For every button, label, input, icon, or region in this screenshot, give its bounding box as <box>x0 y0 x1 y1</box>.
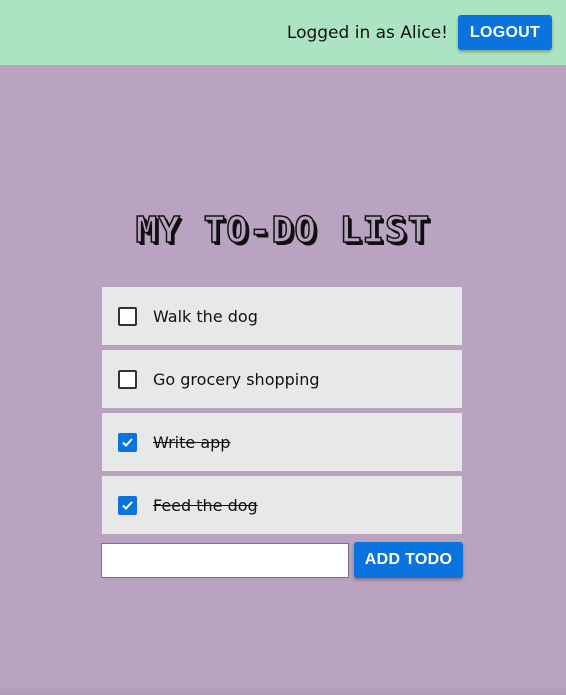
todo-checkbox[interactable] <box>118 495 137 515</box>
todo-checkbox[interactable] <box>118 369 137 389</box>
new-todo-input[interactable] <box>101 542 349 578</box>
todo-item: Write app <box>102 413 462 471</box>
logout-button[interactable]: LOGOUT <box>458 15 552 50</box>
top-bar: Logged in as Alice! LOGOUT <box>0 0 566 65</box>
todo-item: Go grocery shopping <box>102 350 462 408</box>
todo-label: Walk the dog <box>153 306 258 326</box>
todo-item: Walk the dog <box>102 287 462 345</box>
todo-label: Write app <box>153 432 231 452</box>
add-todo-form: ADD TODO <box>101 542 463 578</box>
todo-list: Walk the dog Go grocery shopping Write a… <box>102 287 462 539</box>
checkmark-icon <box>122 437 133 447</box>
todo-checkbox[interactable] <box>118 306 137 326</box>
checkmark-icon <box>122 500 133 510</box>
todo-label: Go grocery shopping <box>153 369 320 389</box>
todo-label: Feed the dog <box>153 495 258 515</box>
todo-item: Feed the dog <box>102 476 462 534</box>
bottom-shadow <box>0 685 566 695</box>
login-greeting: Logged in as Alice! <box>286 22 448 43</box>
todo-checkbox[interactable] <box>118 432 137 452</box>
page-title: MY TO-DO LIST <box>135 209 431 252</box>
add-todo-button[interactable]: ADD TODO <box>354 542 463 578</box>
